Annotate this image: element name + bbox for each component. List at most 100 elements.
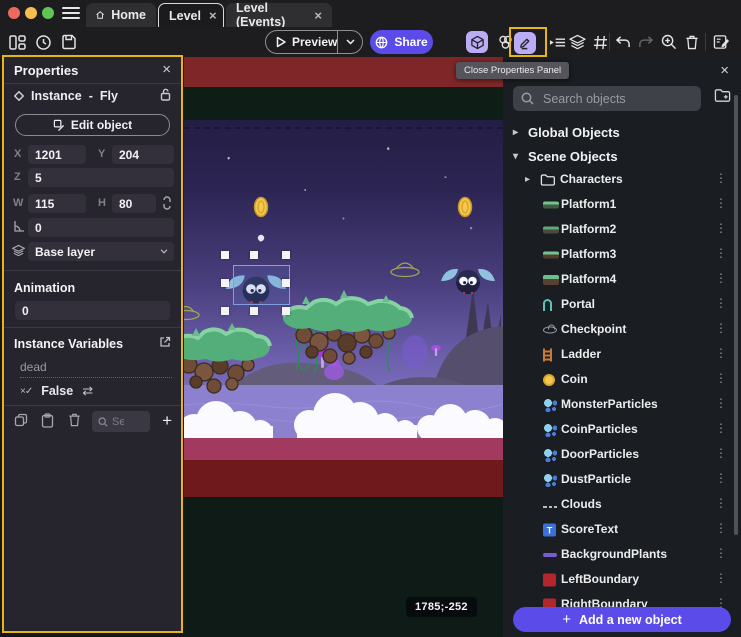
fly-monster-instance[interactable] [441,269,495,294]
kebab-menu-icon[interactable]: ⋮ [715,546,727,560]
object-row-ladder[interactable]: Ladder ⋮ [503,345,741,365]
preview-button[interactable]: Preview [265,30,363,54]
kebab-menu-icon[interactable]: ⋮ [715,246,727,260]
kebab-menu-icon[interactable]: ⋮ [715,396,727,410]
coin-instance[interactable] [255,198,268,217]
preview-dropdown-button[interactable] [337,31,362,53]
undo-icon[interactable] [612,31,634,53]
object-row-backgroundplants[interactable]: BackgroundPlants ⋮ [503,545,741,565]
variables-search-box[interactable]: Search [92,411,150,432]
resize-handle-bottom-right[interactable] [282,307,290,315]
collapsed-arrow-icon[interactable]: ▸ [525,174,533,185]
variable-name[interactable]: dead [20,360,172,378]
layers-icon[interactable] [566,31,588,53]
coin-instance[interactable] [459,198,472,217]
object-row-leftboundary[interactable]: LeftBoundary ⋮ [503,570,741,590]
kebab-menu-icon[interactable]: ⋮ [715,321,727,335]
object-row-monsterparticles[interactable]: MonsterParticles ⋮ [503,395,741,415]
checkpoint-outline[interactable] [184,307,199,320]
object-row-scoretext[interactable]: T ScoreText ⋮ [503,520,741,540]
object-row-portal[interactable]: Portal ⋮ [503,295,741,315]
window-minimize-button[interactable] [25,7,37,19]
object-row-characters[interactable]: ▸ Characters ⋮ [503,170,741,190]
object-row-checkpoint[interactable]: Checkpoint ⋮ [503,320,741,340]
platform-instance[interactable] [283,290,412,374]
kebab-menu-icon[interactable]: ⋮ [715,171,727,185]
properties-close-icon[interactable]: × [162,61,171,78]
y-input[interactable] [112,145,174,164]
objects-scrollbar[interactable] [734,95,738,535]
add-folder-icon[interactable] [714,88,731,103]
trash-icon[interactable] [68,413,81,427]
kebab-menu-icon[interactable]: ⋮ [715,471,727,485]
tab-level[interactable]: Level × [158,3,224,27]
resize-handle-top-middle[interactable] [250,251,258,259]
link-dimensions-icon[interactable] [162,196,172,210]
variable-value[interactable]: False [41,384,73,398]
save-icon[interactable] [58,31,80,53]
kebab-menu-icon[interactable]: ⋮ [715,496,727,510]
objects-close-icon[interactable]: × [720,62,729,79]
tab-level-events[interactable]: Level (Events) × [226,3,332,27]
animation-input[interactable] [15,301,170,320]
instances-list-icon[interactable] [546,31,568,53]
object-row-doorparticles[interactable]: DoorParticles ⋮ [503,445,741,465]
kebab-menu-icon[interactable]: ⋮ [715,271,727,285]
window-zoom-button[interactable] [42,7,54,19]
object-row-platform3[interactable]: Platform3 ⋮ [503,245,741,265]
kebab-menu-icon[interactable]: ⋮ [715,371,727,385]
object-row-coinparticles[interactable]: CoinParticles ⋮ [503,420,741,440]
group-global-objects[interactable]: ▸ Global Objects [513,125,620,140]
panels-layout-icon[interactable] [6,31,28,53]
add-variable-button[interactable]: + [162,411,172,431]
copy-icon[interactable] [14,413,28,427]
kebab-menu-icon[interactable]: ⋮ [715,521,727,535]
open-variables-editor-icon[interactable] [159,336,171,348]
history-icon[interactable] [32,31,54,53]
lock-open-icon[interactable] [160,88,171,101]
scene-canvas[interactable]: 1785;-252 [184,57,503,637]
3d-box-tool-icon[interactable] [466,31,488,53]
preview-button-main[interactable]: Preview [266,31,337,53]
width-input[interactable] [28,194,86,213]
group-scene-objects[interactable]: ▾ Scene Objects [513,149,618,164]
tab-level-close-icon[interactable]: × [209,9,217,22]
resize-handle-middle-right[interactable] [282,279,290,287]
object-row-clouds[interactable]: Clouds ⋮ [503,495,741,515]
objects-search-input[interactable] [541,91,685,107]
layer-select[interactable]: Base layer [28,242,174,261]
object-row-platform2[interactable]: Platform2 ⋮ [503,220,741,240]
resize-handle-middle-left[interactable] [221,279,229,287]
grid-icon[interactable] [589,31,611,53]
z-input[interactable] [28,168,174,187]
tab-home[interactable]: Home [86,3,156,27]
kebab-menu-icon[interactable]: ⋮ [715,446,727,460]
tab-level-events-close-icon[interactable]: × [314,9,322,22]
share-button[interactable]: Share [370,30,433,54]
kebab-menu-icon[interactable]: ⋮ [715,346,727,360]
checkpoint-outline[interactable] [391,263,419,277]
objects-search-box[interactable] [513,86,701,111]
height-input[interactable] [112,194,156,213]
object-row-dustparticle[interactable]: DustParticle ⋮ [503,470,741,490]
zoom-in-icon[interactable] [658,31,680,53]
kebab-menu-icon[interactable]: ⋮ [715,296,727,310]
resize-handle-bottom-left[interactable] [221,307,229,315]
collapsed-arrow-icon[interactable]: ▸ [513,127,521,138]
trash-icon[interactable] [681,31,703,53]
kebab-menu-icon[interactable]: ⋮ [715,421,727,435]
object-row-coin[interactable]: Coin ⋮ [503,370,741,390]
kebab-menu-icon[interactable]: ⋮ [715,196,727,210]
edit-events-sheet-icon[interactable] [710,31,732,53]
redo-icon[interactable] [635,31,657,53]
expanded-arrow-icon[interactable]: ▾ [513,151,521,162]
x-input[interactable] [28,145,86,164]
toggle-value-icon[interactable]: ⇄ [82,383,93,399]
kebab-menu-icon[interactable]: ⋮ [715,571,727,585]
edit-object-button[interactable]: Edit object [15,114,170,136]
window-close-button[interactable] [8,7,20,19]
object-row-platform4[interactable]: Platform4 ⋮ [503,270,741,290]
resize-handle-top-right[interactable] [282,251,290,259]
object-row-platform1[interactable]: Platform1 ⋮ [503,195,741,215]
angle-input[interactable] [28,218,174,237]
